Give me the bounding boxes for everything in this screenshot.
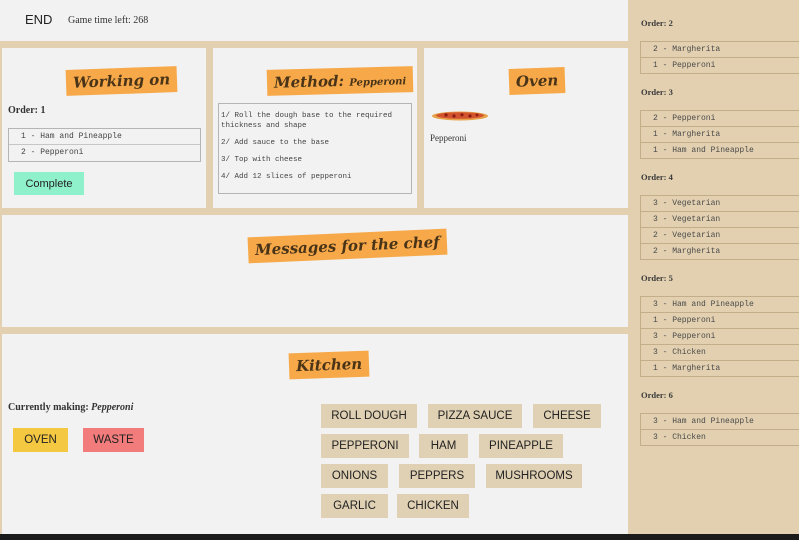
order-item: 1 - Ham and Pineapple: [9, 129, 200, 145]
order-item: 2 - Margherita: [640, 42, 799, 58]
oven-button[interactable]: OVEN: [13, 428, 68, 452]
ingredient-button-mushrooms[interactable]: MUSHROOMS: [486, 464, 582, 488]
order-item: 3 - Pepperoni: [640, 329, 799, 345]
messages-panel: Messages for the chef: [2, 215, 628, 327]
timer-value: 268: [133, 15, 149, 26]
method-step: 1/ Roll the dough base to the required t…: [221, 112, 393, 130]
method-panel: Method: Pepperoni 1/ Roll the dough base…: [213, 48, 417, 208]
order-item: 1 - Margherita: [640, 361, 799, 377]
top-bar: END Game time left: 268: [0, 0, 628, 41]
oven-panel: Oven Pepperoni: [424, 48, 628, 208]
messages-title: Messages for the chef: [247, 228, 448, 264]
method-step: 4/ Add 12 slices of pepperoni: [221, 173, 352, 181]
ingredient-button-pepperoni[interactable]: PEPPERONI: [321, 434, 409, 458]
currently-making-value: Pepperoni: [91, 402, 134, 413]
ingredient-button-ham[interactable]: HAM: [419, 434, 468, 458]
oven-title: Oven: [508, 67, 566, 95]
order-list: 2 - Margherita 1 - Pepperoni: [640, 41, 799, 74]
working-on-title: Working on: [65, 66, 178, 96]
order-item: 1 - Pepperoni: [640, 58, 799, 74]
complete-button[interactable]: Complete: [14, 172, 84, 195]
oven-pizza-name[interactable]: Pepperoni: [430, 133, 467, 143]
order-item: 2 - Pepperoni: [21, 148, 84, 157]
order-list: 3 - Vegetarian 3 - Vegetarian 2 - Vegeta…: [640, 195, 799, 260]
working-on-panel: Working on Order: 1 1 - Ham and Pineappl…: [2, 48, 206, 208]
game-timer: Game time left: 268: [68, 15, 148, 26]
order-item: 3 - Vegetarian: [640, 212, 799, 228]
orders-sidebar: Order: 2 2 - Margherita 1 - Pepperoni Or…: [628, 0, 799, 540]
order-item: 3 - Ham and Pineapple: [640, 297, 799, 313]
ingredient-button-pizza-sauce[interactable]: PIZZA SAUCE: [428, 404, 522, 428]
order-item: 2 - Margherita: [640, 244, 799, 260]
method-title-label: Method:: [273, 71, 345, 92]
method-title: Method: Pepperoni: [266, 66, 414, 96]
method-steps: 1/ Roll the dough base to the required t…: [218, 103, 412, 194]
order-label: Order: 4: [641, 172, 673, 182]
order-list: 3 - Ham and Pineapple 3 - Chicken: [640, 413, 799, 446]
order-list: 3 - Ham and Pineapple 1 - Pepperoni 3 - …: [640, 296, 799, 377]
bottom-edge: [0, 534, 799, 540]
method-pizza-name: Pepperoni: [349, 76, 407, 89]
currently-making-label: Currently making:: [8, 402, 89, 413]
order-label: Order: 2: [641, 18, 673, 28]
order-item: 2 - Pepperoni: [640, 111, 799, 127]
method-step: 2/ Add sauce to the base: [221, 139, 330, 147]
order-item: 1 - Ham and Pineapple: [640, 143, 799, 159]
timer-label: Game time left:: [68, 15, 131, 26]
ingredient-button-onions[interactable]: ONIONS: [321, 464, 388, 488]
order-item: 3 - Ham and Pineapple: [640, 414, 799, 430]
ingredient-button-cheese[interactable]: CHEESE: [533, 404, 601, 428]
current-order-label: Order: 1: [8, 105, 46, 116]
ingredient-button-peppers[interactable]: PEPPERS: [399, 464, 475, 488]
order-item: 3 - Chicken: [640, 345, 799, 361]
order-item: 3 - Vegetarian: [640, 196, 799, 212]
order-item: 1 - Margherita: [640, 127, 799, 143]
order-label: Order: 5: [641, 273, 673, 283]
waste-button[interactable]: WASTE: [83, 428, 144, 452]
ingredient-button-roll-dough[interactable]: ROLL DOUGH: [321, 404, 417, 428]
order-item: 2 - Vegetarian: [640, 228, 799, 244]
pizza-icon: [432, 111, 488, 121]
ingredient-button-pineapple[interactable]: PINEAPPLE: [479, 434, 563, 458]
current-order-list: 1 - Ham and Pineapple 2 - Pepperoni: [8, 128, 201, 162]
currently-making: Currently making: Pepperoni: [8, 402, 133, 413]
kitchen-panel: Kitchen Currently making: Pepperoni OVEN…: [2, 334, 628, 534]
order-item: 1 - Pepperoni: [640, 313, 799, 329]
ingredient-button-chicken[interactable]: CHICKEN: [397, 494, 469, 518]
order-item: 3 - Chicken: [640, 430, 799, 446]
order-list: 2 - Pepperoni 1 - Margherita 1 - Ham and…: [640, 110, 799, 159]
end-button[interactable]: END: [25, 12, 52, 27]
order-label: Order: 3: [641, 87, 673, 97]
method-step: 3/ Top with cheese: [221, 156, 303, 164]
order-label: Order: 6: [641, 390, 673, 400]
kitchen-title: Kitchen: [288, 350, 370, 380]
ingredient-button-garlic[interactable]: GARLIC: [321, 494, 388, 518]
